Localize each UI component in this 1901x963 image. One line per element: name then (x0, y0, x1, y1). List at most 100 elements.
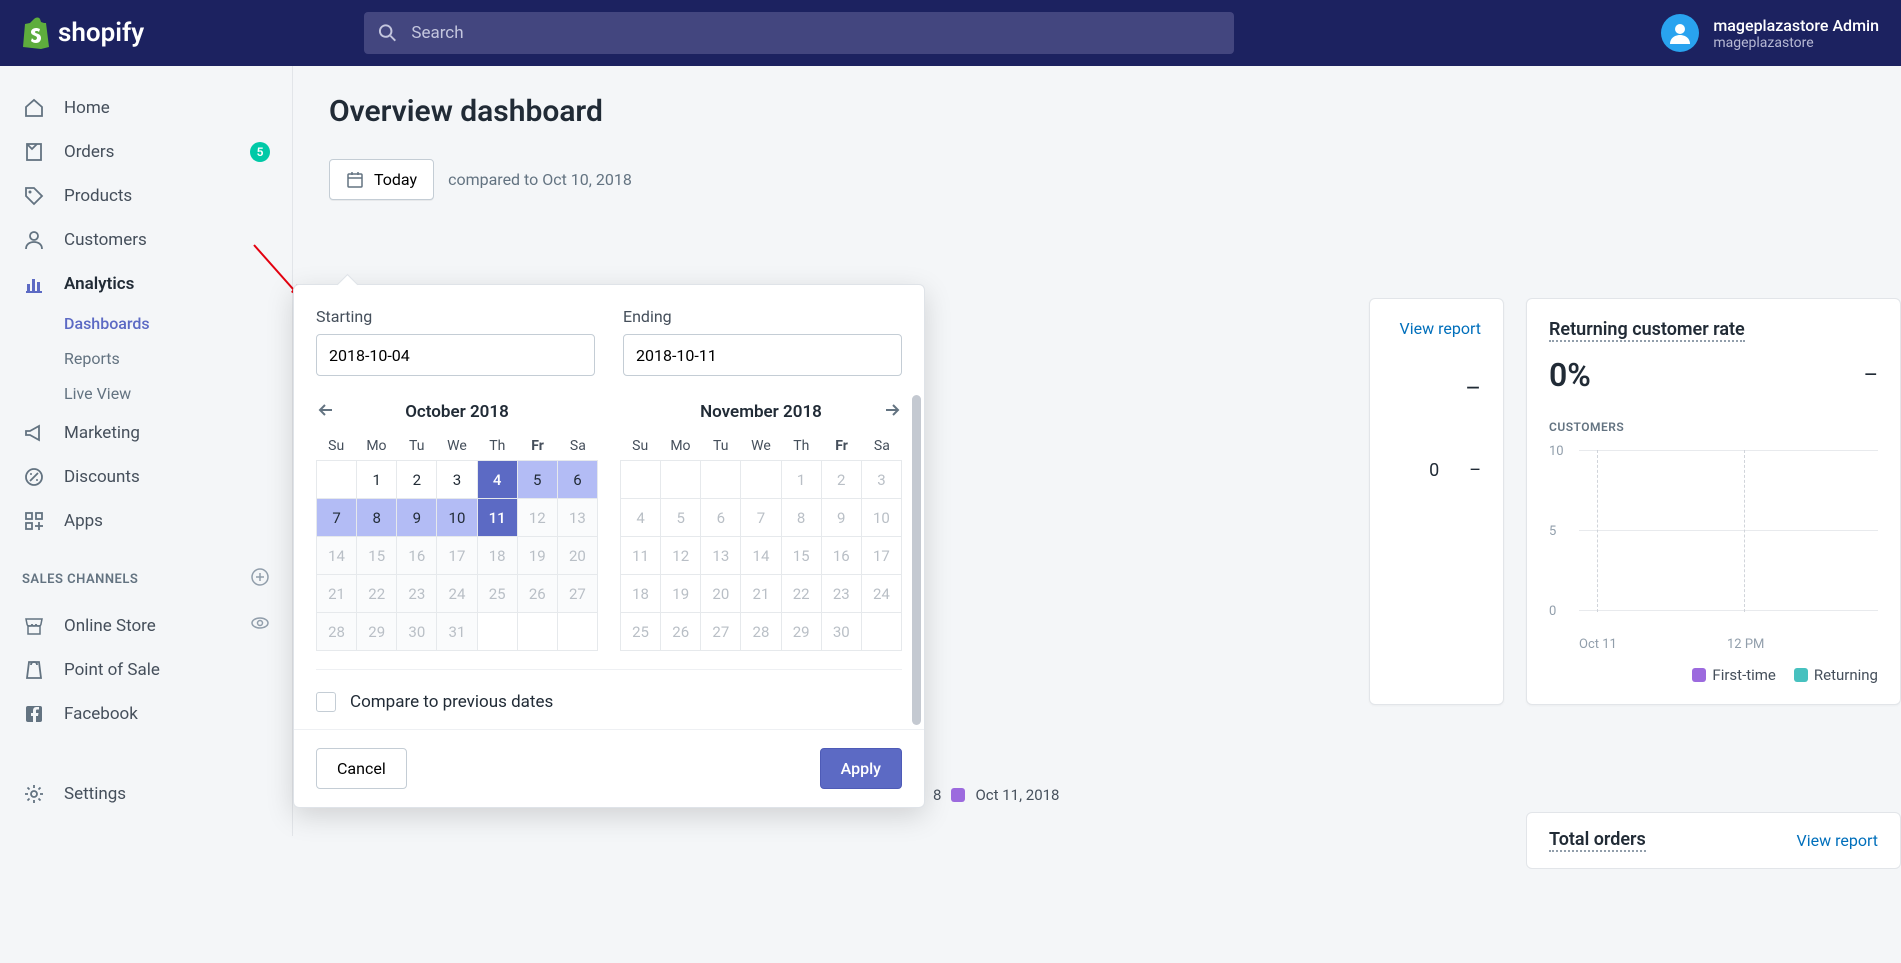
sidebar-item-home[interactable]: Home (0, 86, 292, 130)
eye-icon[interactable] (250, 613, 270, 638)
search-input[interactable] (411, 23, 1220, 43)
sidebar-subitem-live-view[interactable]: Live View (0, 376, 292, 411)
sidebar-item-apps[interactable]: Apps (0, 499, 292, 543)
stat-dash: – (1392, 374, 1481, 402)
calendar-day[interactable]: 3 (437, 461, 477, 499)
arrow-left-icon (316, 400, 336, 420)
avatar (1661, 14, 1699, 52)
apply-button[interactable]: Apply (820, 748, 902, 789)
ending-input[interactable] (623, 334, 902, 376)
calendar-day: 12 (518, 499, 558, 537)
calendar-october: October 2018 SuMoTuWeThFrSa 123456789101… (316, 396, 598, 651)
calendar-day[interactable]: 9 (397, 499, 437, 537)
calendar-day: 24 (862, 575, 902, 613)
sidebar-item-discounts[interactable]: Discounts (0, 455, 292, 499)
channel-point-of-sale[interactable]: Point of Sale (0, 648, 292, 692)
calendar-day: 22 (357, 575, 397, 613)
starting-input[interactable] (316, 334, 595, 376)
search-bar[interactable] (364, 12, 1234, 54)
calendar-day[interactable]: 1 (357, 461, 397, 499)
next-month-button[interactable] (882, 400, 902, 424)
scrollbar-thumb[interactable] (912, 395, 921, 725)
calendar-day: 10 (862, 499, 902, 537)
user-name: mageplazastore Admin (1713, 16, 1879, 35)
calendar-day: 29 (357, 613, 397, 651)
calendar-day: 27 (558, 575, 598, 613)
cancel-button[interactable]: Cancel (316, 748, 407, 789)
ending-label: Ending (623, 307, 902, 326)
starting-label: Starting (316, 307, 595, 326)
compared-to-text: compared to Oct 10, 2018 (448, 170, 632, 189)
date-range-button[interactable]: Today (329, 159, 434, 200)
calendar-day: 17 (437, 537, 477, 575)
calendar-november: November 2018 SuMoTuWeThFrSa 12345678910… (620, 396, 902, 651)
sidebar-subitem-reports[interactable]: Reports (0, 341, 292, 376)
calendar-day: 4 (621, 499, 661, 537)
calendar-day: 27 (701, 613, 741, 651)
calendar-day[interactable]: 5 (518, 461, 558, 499)
analytics-icon (22, 272, 46, 296)
customers-icon (22, 228, 46, 252)
calendar-day[interactable]: 11 (478, 499, 518, 537)
sidebar-item-marketing[interactable]: Marketing (0, 411, 292, 455)
legend-first-time: First-time (1692, 666, 1775, 684)
calendar-day: 28 (317, 613, 357, 651)
calendar-day: 18 (621, 575, 661, 613)
calendar-day: 30 (822, 613, 862, 651)
main-content: Overview dashboard Today compared to Oct… (293, 66, 1901, 836)
calendar-day: 26 (518, 575, 558, 613)
partial-stat-card: View report – 0 – (1369, 298, 1504, 705)
compare-checkbox[interactable] (316, 692, 336, 712)
shopify-bag-icon (22, 17, 50, 49)
prev-month-button[interactable] (316, 400, 336, 424)
calendar-day: 14 (741, 537, 781, 575)
calendar-day: 17 (862, 537, 902, 575)
calendar-day: 8 (782, 499, 822, 537)
calendar-day: 22 (782, 575, 822, 613)
calendar-day: 3 (862, 461, 902, 499)
user-menu[interactable]: mageplazastore Admin mageplazastore (1661, 14, 1879, 52)
search-icon (378, 23, 397, 43)
page-title: Overview dashboard (329, 94, 1865, 129)
add-channel-button[interactable] (250, 567, 270, 591)
calendar-day[interactable]: 10 (437, 499, 477, 537)
calendar-month-title: October 2018 (405, 402, 509, 422)
sidebar-item-orders[interactable]: Orders5 (0, 130, 292, 174)
calendar-day: 13 (701, 537, 741, 575)
legend-returning: Returning (1794, 666, 1878, 684)
calendar-day: 7 (741, 499, 781, 537)
calendar-day: 20 (558, 537, 598, 575)
calendar-day: 5 (661, 499, 701, 537)
calendar-day[interactable]: 4 (478, 461, 518, 499)
calendar-day: 23 (397, 575, 437, 613)
sidebar-item-products[interactable]: Products (0, 174, 292, 218)
calendar-day[interactable]: 8 (357, 499, 397, 537)
calendar-day: 16 (397, 537, 437, 575)
calendar-day[interactable]: 2 (397, 461, 437, 499)
channel-facebook[interactable]: Facebook (0, 692, 292, 736)
compare-checkbox-row[interactable]: Compare to previous dates (316, 669, 902, 729)
card-title: Returning customer rate (1549, 319, 1745, 342)
products-icon (22, 184, 46, 208)
sales-channels-header: SALES CHANNELS (0, 543, 292, 603)
view-report-link[interactable]: View report (1392, 319, 1481, 338)
calendar-day: 12 (661, 537, 701, 575)
calendar-day: 13 (558, 499, 598, 537)
calendar-day: 29 (782, 613, 822, 651)
calendar-day: 30 (397, 613, 437, 651)
calendar-icon (346, 171, 364, 189)
view-report-link[interactable]: View report (1797, 831, 1878, 850)
brand-logo: shopify (22, 17, 144, 49)
search-container (364, 12, 1611, 54)
channel-online-store[interactable]: Online Store (0, 603, 292, 648)
calendar-day: 14 (317, 537, 357, 575)
calendar-day[interactable]: 7 (317, 499, 357, 537)
sidebar-item-settings[interactable]: Settings (0, 772, 292, 816)
date-picker-popover: Starting Ending October 20 (293, 284, 925, 808)
calendar-day: 31 (437, 613, 477, 651)
apps-icon (22, 509, 46, 533)
discounts-icon (22, 465, 46, 489)
arrow-right-icon (882, 400, 902, 420)
sidebar-subitem-dashboards[interactable]: Dashboards (0, 306, 292, 341)
calendar-day[interactable]: 6 (558, 461, 598, 499)
